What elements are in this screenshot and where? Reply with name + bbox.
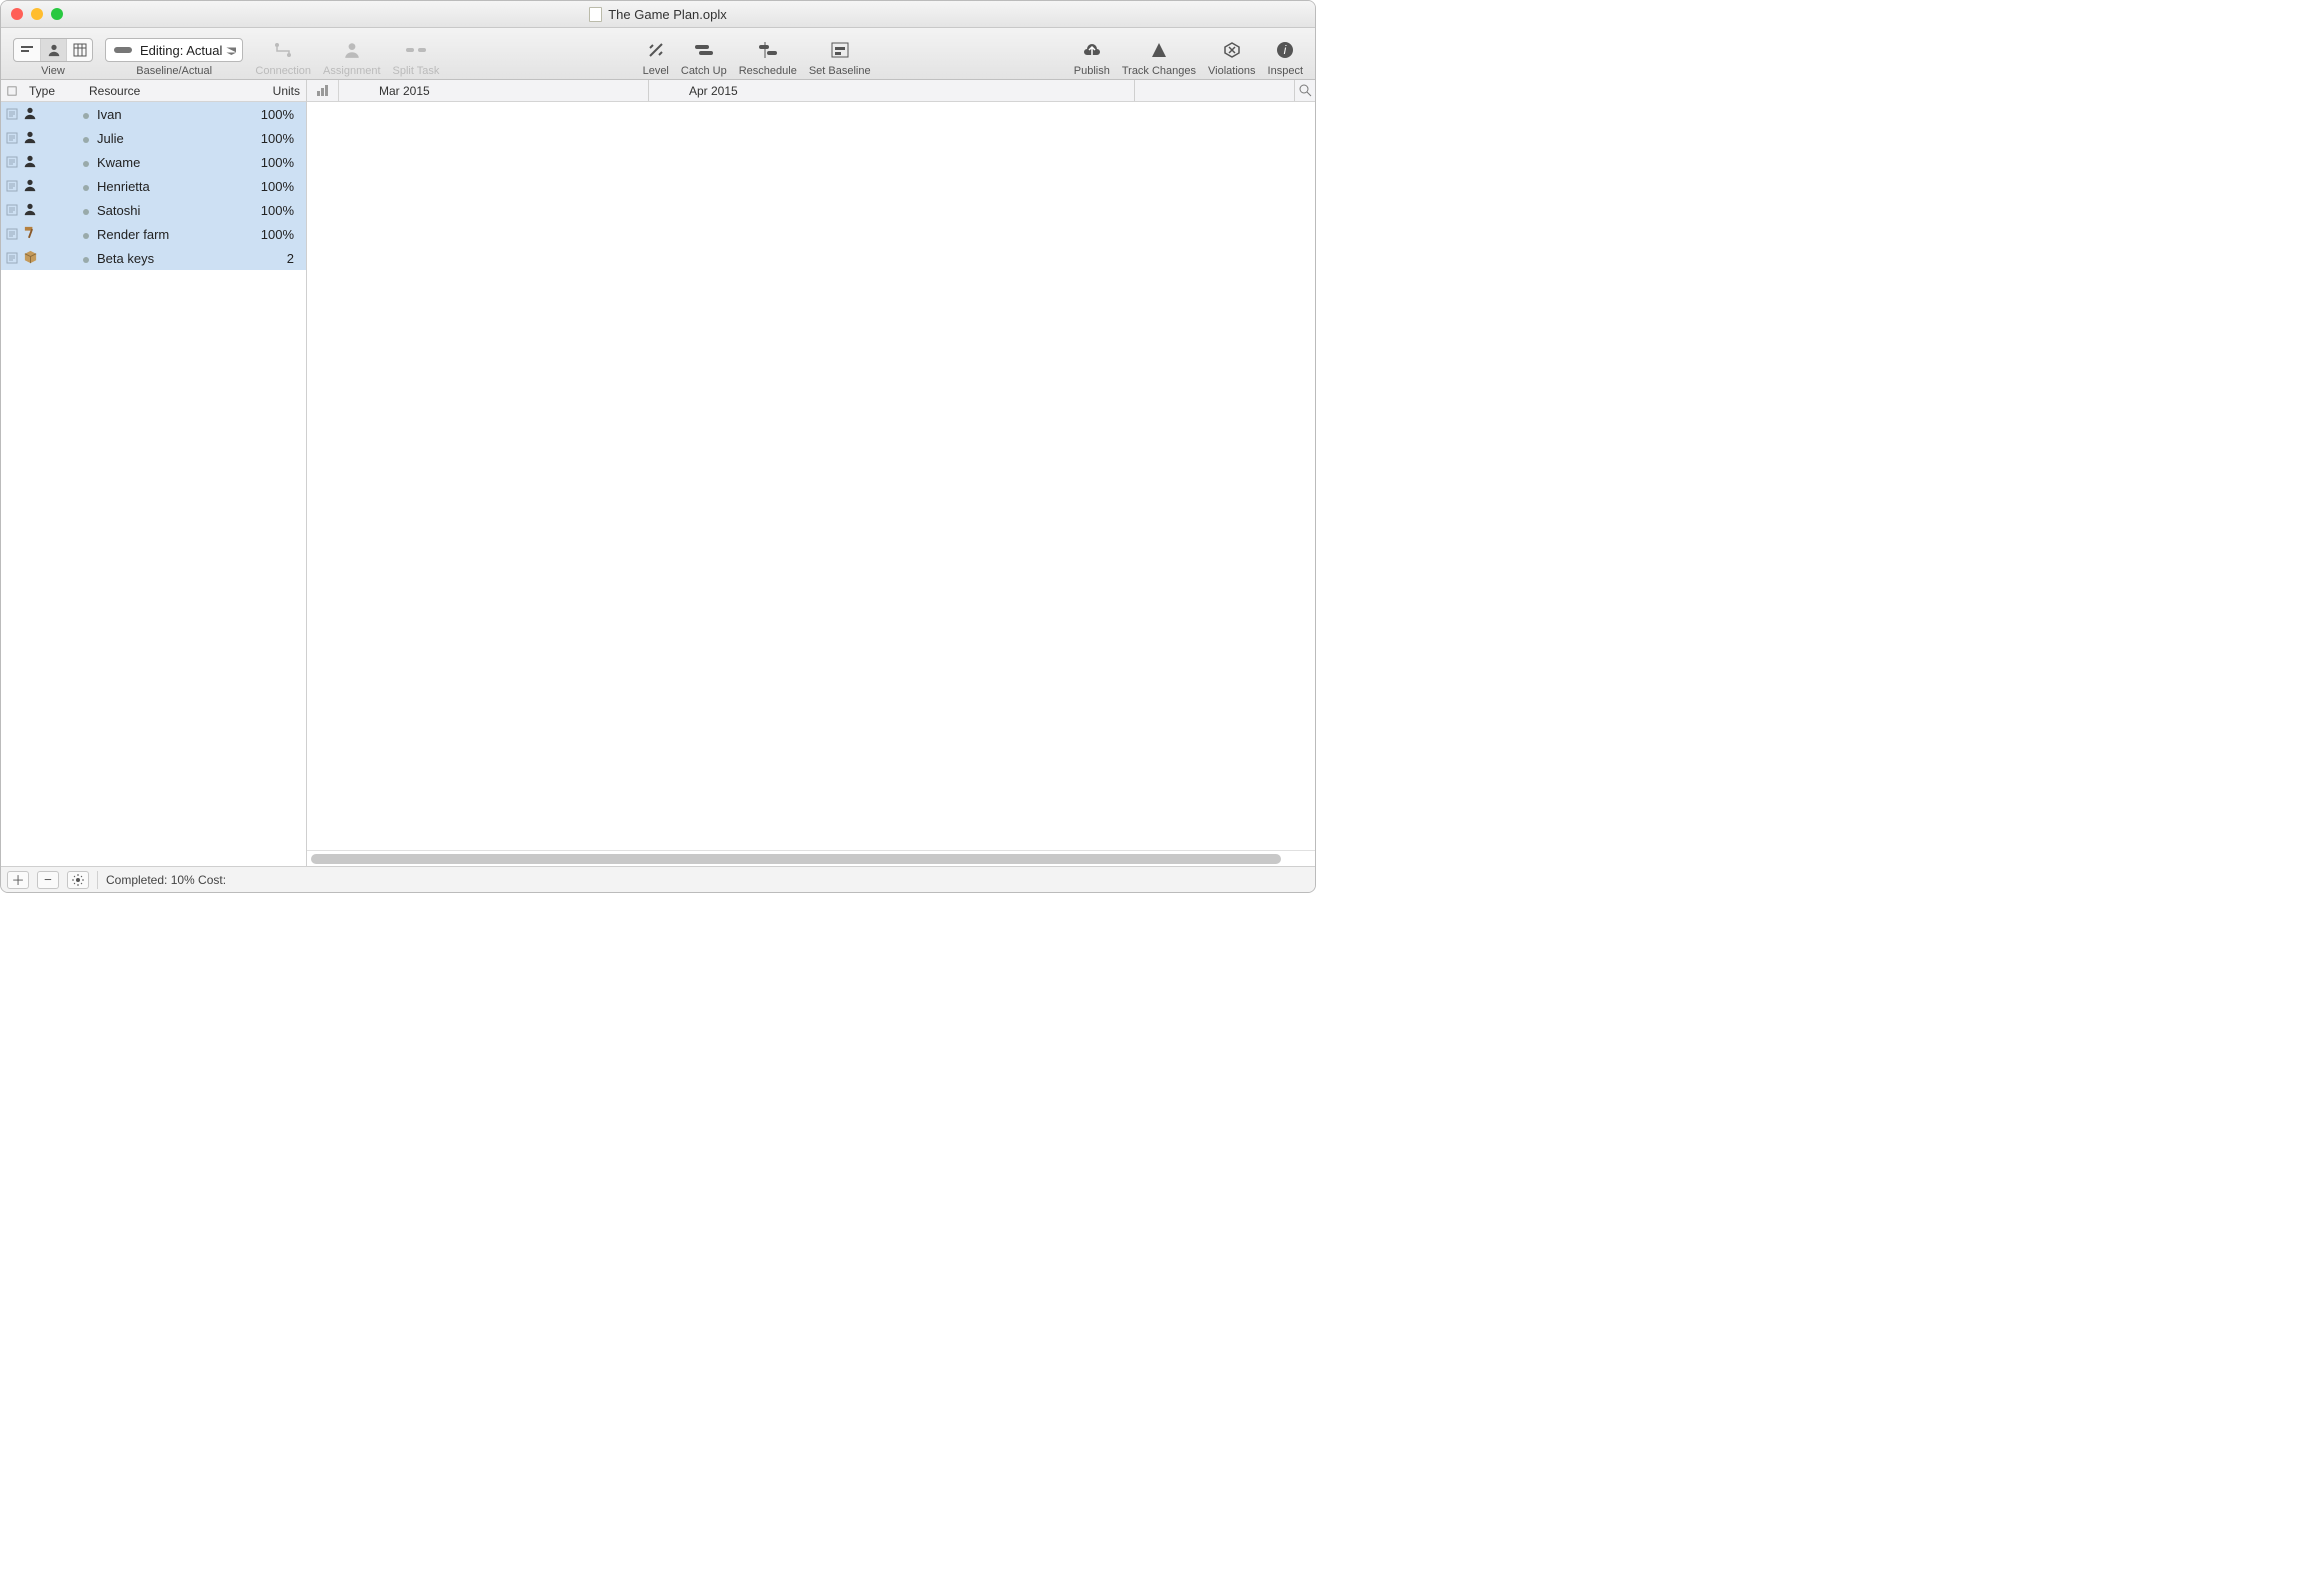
publish-button[interactable] — [1079, 38, 1105, 62]
level-label: Level — [643, 65, 669, 77]
resource-type-icon — [23, 225, 83, 243]
resource-name: Kwame — [97, 155, 140, 170]
inspect-label: Inspect — [1268, 65, 1303, 77]
resource-name: Render farm — [97, 227, 169, 242]
note-icon — [6, 204, 18, 216]
resource-type-icon — [23, 106, 83, 123]
resource-units: 100% — [242, 179, 306, 194]
set-baseline-label: Set Baseline — [809, 65, 871, 77]
view-calendar-button[interactable] — [66, 39, 92, 61]
resource-list: Ivan100%Julie100%Kwame100%Henrietta100%S… — [1, 102, 306, 866]
status-text: Completed: 10% Cost: — [106, 873, 226, 887]
magnifier-icon[interactable] — [1295, 80, 1315, 101]
catch-up-button[interactable] — [691, 38, 717, 62]
resource-row[interactable]: Render farm 100% — [1, 222, 306, 246]
catch-up-label: Catch Up — [681, 65, 727, 77]
note-icon — [6, 228, 18, 240]
note-icon — [6, 180, 18, 192]
track-changes-label: Track Changes — [1122, 65, 1196, 77]
note-icon — [6, 132, 18, 144]
resource-name: Henrietta — [97, 179, 150, 194]
violations-button[interactable] — [1219, 38, 1245, 62]
assignment-label: Assignment — [323, 65, 380, 77]
resource-units: 100% — [242, 203, 306, 218]
resource-name: Satoshi — [97, 203, 140, 218]
gantt-body[interactable] — [307, 102, 1315, 850]
view-timeline-button[interactable] — [14, 39, 40, 61]
reschedule-button[interactable] — [755, 38, 781, 62]
remove-button[interactable]: − — [37, 871, 59, 889]
resource-type-icon — [23, 202, 83, 219]
note-icon — [6, 252, 18, 264]
resource-units: 100% — [242, 155, 306, 170]
col-type-header[interactable]: Type — [23, 84, 83, 98]
resource-type-icon — [23, 130, 83, 147]
baseline-dropdown[interactable]: Editing: Actual — [105, 38, 243, 62]
document-icon — [589, 7, 602, 22]
resource-name: Ivan — [97, 107, 122, 122]
view-resources-button[interactable] — [40, 39, 66, 61]
baseline-label: Baseline/Actual — [136, 65, 212, 77]
resource-row[interactable]: Beta keys 2 — [1, 246, 306, 270]
set-baseline-button[interactable] — [827, 38, 853, 62]
month-header[interactable]: Mar 2015 — [339, 80, 649, 101]
resource-row[interactable]: Julie 100% — [1, 126, 306, 150]
resource-row[interactable]: Ivan 100% — [1, 102, 306, 126]
resource-type-icon — [23, 154, 83, 171]
gear-button[interactable] — [67, 871, 89, 889]
baseline-dropdown-label: Editing: Actual — [140, 43, 222, 58]
resource-units: 100% — [242, 131, 306, 146]
level-button[interactable] — [643, 38, 669, 62]
view-segmented[interactable] — [13, 38, 93, 62]
resource-name: Julie — [97, 131, 124, 146]
resource-type-icon — [23, 178, 83, 195]
resource-row[interactable]: Kwame 100% — [1, 150, 306, 174]
resource-type-icon — [23, 249, 83, 267]
svg-text:i: i — [1284, 43, 1287, 57]
col-units-header[interactable]: Units — [242, 84, 306, 98]
month-header[interactable]: Apr 2015 — [649, 80, 1135, 101]
resource-name: Beta keys — [97, 251, 154, 266]
toolbar: View Editing: Actual Baseline/Actual Con… — [1, 28, 1315, 80]
assignment-button[interactable] — [339, 38, 365, 62]
split-task-label: Split Task — [393, 65, 440, 77]
note-icon — [6, 156, 18, 168]
timeline-header: Mar 2015Apr 2015 — [307, 80, 1315, 102]
view-label: View — [41, 65, 65, 77]
bar-icon — [114, 47, 132, 53]
load-chart-icon[interactable] — [307, 80, 339, 101]
resource-header: Type Resource Units — [1, 80, 306, 102]
violations-label: Violations — [1208, 65, 1256, 77]
h-scrollbar[interactable] — [307, 850, 1315, 866]
resource-sidebar: Type Resource Units Ivan100%Julie100%Kwa… — [1, 80, 307, 866]
connection-label: Connection — [255, 65, 311, 77]
titlebar: The Game Plan.oplx — [1, 1, 1315, 28]
note-icon — [6, 108, 18, 120]
resource-row[interactable]: Henrietta 100% — [1, 174, 306, 198]
reschedule-label: Reschedule — [739, 65, 797, 77]
outline-icon — [7, 85, 17, 97]
window-title: The Game Plan.oplx — [608, 7, 727, 22]
track-changes-button[interactable] — [1146, 38, 1172, 62]
resource-units: 2 — [242, 251, 306, 266]
inspect-button[interactable]: i — [1272, 38, 1298, 62]
add-button[interactable]: ＋ — [7, 871, 29, 889]
resource-units: 100% — [242, 107, 306, 122]
resource-units: 100% — [242, 227, 306, 242]
statusbar: ＋ − Completed: 10% Cost: — [1, 866, 1315, 892]
publish-label: Publish — [1074, 65, 1110, 77]
app-window: The Game Plan.oplx View Editing: Actual — [0, 0, 1316, 893]
split-task-button[interactable] — [403, 38, 429, 62]
connection-button[interactable] — [270, 38, 296, 62]
timeline: Mar 2015Apr 2015 — [307, 80, 1315, 866]
resource-row[interactable]: Satoshi 100% — [1, 198, 306, 222]
col-resource-header[interactable]: Resource — [83, 84, 242, 98]
